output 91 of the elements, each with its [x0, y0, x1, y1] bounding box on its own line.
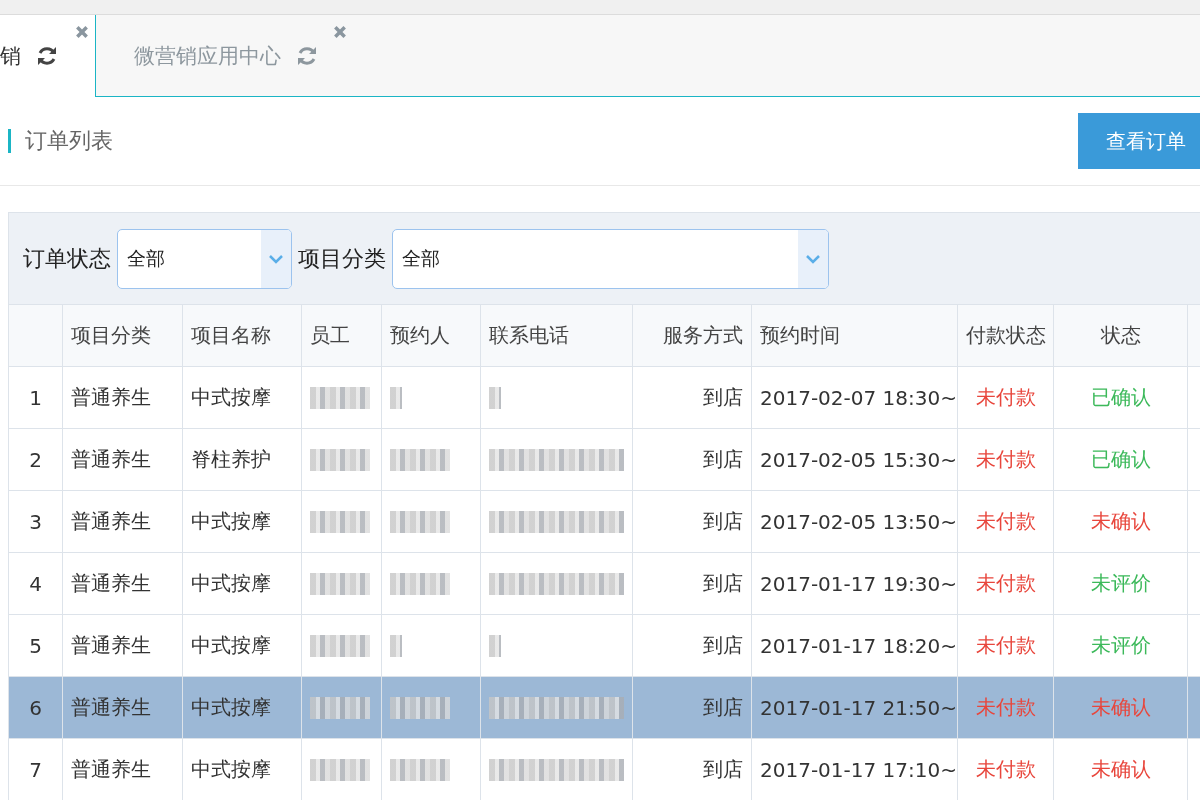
blurred-text: [390, 510, 450, 533]
column-header[interactable]: 项目名称: [191, 322, 271, 349]
table-cell: 7: [29, 757, 42, 782]
table-cell: 到店: [703, 570, 743, 597]
blurred-text: [390, 448, 450, 471]
table-cell: 3: [29, 509, 42, 534]
table-cell: 2017-02-07 18:30~: [760, 385, 957, 410]
table-cell: 2017-02-05 15:30~: [760, 447, 957, 472]
tab[interactable]: 销: [0, 15, 96, 97]
status-text: 未评价: [1090, 632, 1151, 659]
status-text: 已确认: [1090, 384, 1151, 411]
table-cell: 未付款: [975, 632, 1036, 659]
status-text: 未确认: [1090, 694, 1151, 721]
blurred-text: [310, 448, 370, 471]
blurred-text: [390, 696, 450, 719]
blurred-text: [310, 386, 370, 409]
table-row[interactable]: 6 普通养生 中式按摩 到店 2017-01-17 21:50~ 未付款 未确认: [9, 677, 1200, 739]
filter-label: 项目分类: [298, 244, 386, 273]
status-text: 已确认: [1090, 446, 1151, 473]
chevron-down-icon: [268, 253, 284, 264]
table-cell: 中式按摩: [191, 570, 271, 597]
status-text: 未确认: [1090, 508, 1151, 535]
close-icon[interactable]: [333, 25, 347, 39]
table-cell: 6: [29, 695, 42, 720]
column-header[interactable]: 状态: [1100, 322, 1141, 349]
table-cell: 中式按摩: [191, 508, 271, 535]
table-cell: 未付款: [975, 570, 1036, 597]
table-cell: 中式按摩: [191, 756, 271, 783]
table-cell: 到店: [703, 694, 743, 721]
chevron-down-icon: [805, 253, 821, 264]
blurred-text: [390, 634, 402, 657]
table-cell: 普通养生: [71, 446, 151, 473]
column-header[interactable]: 服务方式: [663, 322, 743, 349]
table-cell: 到店: [703, 756, 743, 783]
table-cell: 普通养生: [71, 632, 151, 659]
table-cell: 未付款: [975, 446, 1036, 473]
blurred-text: [390, 386, 402, 409]
table-cell: 2017-01-17 19:30~: [760, 571, 957, 596]
table-cell: 4: [29, 571, 42, 596]
table-cell: 普通养生: [71, 570, 151, 597]
table-row[interactable]: 2 普通养生 脊柱养护 到店 2017-02-05 15:30~ 未付款 已确认: [9, 429, 1200, 491]
table-cell: 到店: [703, 632, 743, 659]
table-cell: 到店: [703, 446, 743, 473]
status-text: 未确认: [1090, 756, 1151, 783]
column-header[interactable]: 预约人: [390, 322, 450, 349]
filter-label: 订单状态: [23, 244, 111, 273]
blurred-text: [489, 386, 501, 409]
blurred-text: [390, 758, 450, 781]
table-cell: 普通养生: [71, 384, 151, 411]
table-row[interactable]: 3 普通养生 中式按摩 到店 2017-02-05 13:50~ 未付款 未确认: [9, 491, 1200, 553]
section-title: 订单列表: [8, 129, 113, 153]
table-cell: 脊柱养护: [191, 446, 271, 473]
table-cell: 中式按摩: [191, 694, 271, 721]
table-cell: 未付款: [975, 508, 1036, 535]
table-cell: 中式按摩: [191, 384, 271, 411]
table-cell: 普通养生: [71, 694, 151, 721]
table-cell: 未付款: [975, 694, 1036, 721]
table-cell: 到店: [703, 384, 743, 411]
column-header[interactable]: 员工: [310, 322, 350, 349]
table-cell: 普通养生: [71, 756, 151, 783]
blurred-text: [310, 758, 370, 781]
column-header[interactable]: 项目分类: [71, 322, 151, 349]
blurred-text: [310, 510, 370, 533]
table-cell: 2017-02-05 13:50~: [760, 509, 957, 534]
table-row[interactable]: 7 普通养生 中式按摩 到店 2017-01-17 17:10~ 未付款 未确认: [9, 739, 1200, 800]
blurred-text: [489, 634, 501, 657]
column-header[interactable]: 联系电话: [489, 322, 569, 349]
table-cell: 2017-01-17 18:20~: [760, 633, 957, 658]
column-header[interactable]: 预约时间: [760, 322, 840, 349]
column-header[interactable]: 付款状态: [965, 322, 1046, 349]
refresh-icon[interactable]: [35, 44, 59, 68]
status-text: 未评价: [1090, 570, 1151, 597]
table-cell: 中式按摩: [191, 632, 271, 659]
blurred-text: [310, 696, 370, 719]
table-row[interactable]: 1 普通养生 中式按摩 到店 2017-02-07 18:30~ 未付款 已确认: [9, 367, 1200, 429]
table-cell: 普通养生: [71, 508, 151, 535]
table-cell: 2017-01-17 21:50~: [760, 695, 957, 720]
table-cell: 2017-01-17 17:10~: [760, 757, 957, 782]
blurred-text: [310, 572, 370, 595]
table-row[interactable]: 4 普通养生 中式按摩 到店 2017-01-17 19:30~ 未付款 未评价: [9, 553, 1200, 615]
dropdown[interactable]: 全部: [117, 228, 292, 289]
table-cell: 1: [29, 385, 42, 410]
table-cell: 2: [29, 447, 42, 472]
blurred-text: [310, 634, 370, 657]
blurred-text: [390, 572, 450, 595]
table-cell: 5: [29, 633, 42, 658]
table-cell: 未付款: [975, 756, 1036, 783]
close-icon[interactable]: [75, 25, 89, 39]
table-cell: 到店: [703, 508, 743, 535]
table-cell: 未付款: [975, 384, 1036, 411]
dropdown[interactable]: 全部: [392, 228, 829, 289]
